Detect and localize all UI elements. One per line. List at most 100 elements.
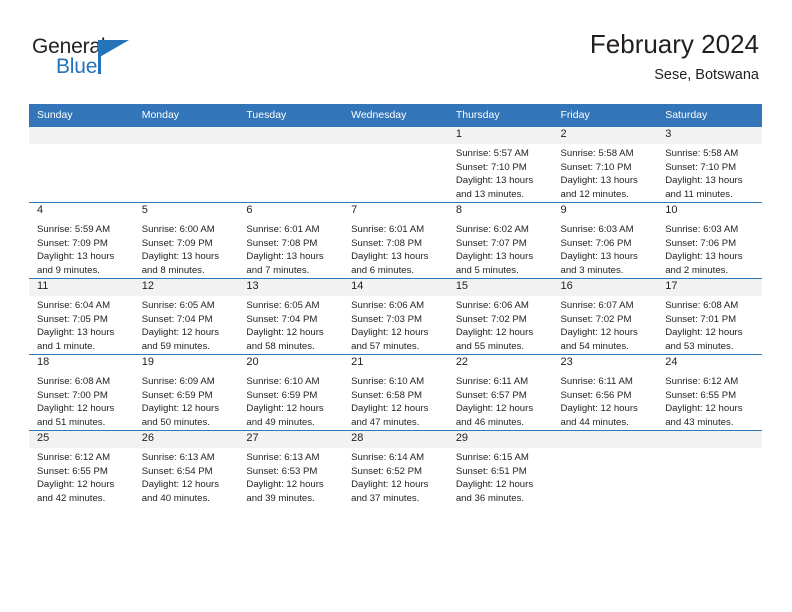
calendar-page: General Blue February 2024 Sese, Botswan…: [0, 0, 792, 612]
page-title: February 2024: [589, 29, 759, 59]
daylight-line-1: Daylight: 12 hours: [665, 403, 743, 415]
day-cell-inner: 12 Sunrise: 6:05 AM Sunset: 7:04 PM Dayligh…: [133, 279, 239, 354]
calendar-day-cell[interactable]: 21 Sunrise: 6:10 AM Sunset: 6:58 PM Dayligh…: [343, 354, 448, 431]
calendar-day-cell[interactable]: 29 Sunrise: 6:15 AM Sunset: 6:51 PM Dayligh…: [447, 430, 553, 506]
day-number: 19: [133, 355, 239, 372]
day-number: 26: [133, 431, 239, 448]
day-details: Sunrise: 6:04 AM Sunset: 7:05 PM Daylight:…: [29, 296, 134, 353]
calendar-day-cell[interactable]: 9 Sunrise: 6:03 AM Sunset: 7:06 PM Daylight…: [552, 202, 658, 279]
calendar-day-cell[interactable]: 1 Sunrise: 5:57 AM Sunset: 7:10 PM Daylight…: [447, 126, 553, 203]
sunset-time: Sunset: 7:06 PM: [665, 237, 737, 249]
day-details: Sunrise: 6:05 AM Sunset: 7:04 PM Daylight:…: [238, 296, 343, 353]
daylight-line-1: Daylight: 13 hours: [560, 175, 638, 187]
calendar-day-cell[interactable]: 27 Sunrise: 6:13 AM Sunset: 6:53 PM Dayligh…: [238, 430, 344, 506]
day-number: 11: [29, 279, 134, 296]
day-cell-inner: 29 Sunrise: 6:15 AM Sunset: 6:51 PM Dayligh…: [447, 431, 553, 506]
general-blue-logo[interactable]: General Blue: [32, 36, 152, 88]
calendar-day-cell[interactable]: 10 Sunrise: 6:03 AM Sunset: 7:06 PM Dayligh…: [657, 202, 762, 279]
sunrise-time: Sunrise: 6:06 AM: [351, 300, 425, 311]
calendar-day-cell[interactable]: 6 Sunrise: 6:01 AM Sunset: 7:08 PM Daylight…: [238, 202, 344, 279]
weekday-header-wednesday: Wednesday: [343, 104, 448, 127]
calendar-day-cell[interactable]: 20 Sunrise: 6:10 AM Sunset: 6:59 PM Dayligh…: [238, 354, 344, 431]
sunset-time: Sunset: 6:59 PM: [141, 389, 213, 401]
daylight-line-1: Daylight: 13 hours: [141, 251, 220, 263]
daylight-line-1: Daylight: 13 hours: [351, 251, 429, 263]
calendar-day-cell[interactable]: 18 Sunrise: 6:08 AM Sunset: 7:00 PM Dayligh…: [29, 354, 134, 431]
daylight-line-1: Daylight: 12 hours: [455, 403, 534, 415]
daylight-line-2: and 59 minutes.: [141, 340, 210, 352]
calendar-day-cell[interactable]: 2 Sunrise: 5:58 AM Sunset: 7:10 PM Daylight…: [552, 126, 658, 203]
daylight-line-1: Daylight: 12 hours: [351, 479, 429, 491]
weekday-header-monday: Monday: [133, 104, 239, 127]
daylight-line-2: and 53 minutes.: [665, 340, 734, 352]
sunrise-time: Sunrise: 6:08 AM: [665, 300, 739, 311]
calendar-day-cell[interactable]: 7 Sunrise: 6:01 AM Sunset: 7:08 PM Daylight…: [343, 202, 448, 279]
daylight-line-2: and 9 minutes.: [37, 264, 100, 276]
sunrise-time: Sunrise: 6:11 AM: [560, 376, 633, 387]
calendar-cell-empty: [657, 430, 762, 506]
daylight-line-2: and 57 minutes.: [351, 340, 420, 352]
sunrise-time: Sunrise: 6:12 AM: [665, 376, 739, 387]
calendar-day-cell[interactable]: 28 Sunrise: 6:14 AM Sunset: 6:52 PM Dayligh…: [343, 430, 448, 506]
daylight-line-1: Daylight: 12 hours: [246, 479, 324, 491]
calendar-day-cell[interactable]: 25 Sunrise: 6:12 AM Sunset: 6:55 PM Dayligh…: [29, 430, 134, 506]
calendar-grid: Sunday Monday Tuesday Wednesday Thursday…: [29, 104, 762, 506]
day-number: 3: [657, 127, 762, 144]
calendar-day-cell[interactable]: 11 Sunrise: 6:04 AM Sunset: 7:05 PM Dayligh…: [29, 278, 134, 355]
calendar-cell-empty: [552, 430, 658, 506]
day-cell-inner: 28 Sunrise: 6:14 AM Sunset: 6:52 PM Dayligh…: [343, 431, 448, 506]
calendar-day-cell[interactable]: 23 Sunrise: 6:11 AM Sunset: 6:56 PM Dayligh…: [552, 354, 658, 431]
sunset-time: Sunset: 7:02 PM: [455, 313, 527, 325]
daylight-line-1: Daylight: 12 hours: [560, 327, 638, 339]
day-details: Sunrise: 6:02 AM Sunset: 7:07 PM Daylight:…: [448, 220, 553, 277]
calendar-day-cell[interactable]: 3 Sunrise: 5:58 AM Sunset: 7:10 PM Daylight…: [657, 126, 762, 203]
calendar-day-cell[interactable]: 24 Sunrise: 6:12 AM Sunset: 6:55 PM Dayligh…: [657, 354, 762, 431]
daylight-line-1: Daylight: 12 hours: [141, 403, 220, 415]
calendar-day-cell[interactable]: 14 Sunrise: 6:06 AM Sunset: 7:03 PM Dayligh…: [343, 278, 448, 355]
day-number: 8: [447, 203, 553, 220]
calendar-day-cell[interactable]: 13 Sunrise: 6:05 AM Sunset: 7:04 PM Dayligh…: [238, 278, 344, 355]
day-number: [29, 127, 134, 144]
sunrise-time: Sunrise: 6:00 AM: [141, 224, 215, 235]
calendar-day-cell[interactable]: 4 Sunrise: 5:59 AM Sunset: 7:09 PM Daylight…: [29, 202, 134, 279]
day-details: Sunrise: 5:58 AM Sunset: 7:10 PM Daylight:…: [657, 144, 762, 201]
day-details: Sunrise: 6:12 AM Sunset: 6:55 PM Daylight:…: [29, 448, 134, 505]
daylight-line-2: and 46 minutes.: [455, 416, 525, 428]
daylight-line-2: and 44 minutes.: [560, 416, 629, 428]
sunrise-time: Sunrise: 6:03 AM: [665, 224, 739, 235]
sunset-time: Sunset: 7:03 PM: [351, 313, 423, 325]
calendar-day-cell[interactable]: 17 Sunrise: 6:08 AM Sunset: 7:01 PM Dayligh…: [657, 278, 762, 355]
day-cell-inner: 14 Sunrise: 6:06 AM Sunset: 7:03 PM Dayligh…: [343, 279, 448, 354]
calendar-day-cell[interactable]: 22 Sunrise: 6:11 AM Sunset: 6:57 PM Dayligh…: [447, 354, 553, 431]
day-number: [238, 127, 344, 144]
day-details: Sunrise: 6:05 AM Sunset: 7:04 PM Daylight:…: [134, 296, 239, 353]
day-number: 23: [552, 355, 658, 372]
sunset-time: Sunset: 6:53 PM: [246, 465, 318, 477]
daylight-line-2: and 58 minutes.: [246, 340, 315, 352]
calendar-week-row: 1 Sunrise: 5:57 AM Sunset: 7:10 PM Daylight…: [29, 126, 762, 203]
sunset-time: Sunset: 7:10 PM: [455, 161, 527, 173]
day-cell-inner: 4 Sunrise: 5:59 AM Sunset: 7:09 PM Daylight…: [29, 203, 134, 278]
sunset-time: Sunset: 6:54 PM: [141, 465, 213, 477]
calendar-day-cell[interactable]: 5 Sunrise: 6:00 AM Sunset: 7:09 PM Daylight…: [133, 202, 239, 279]
day-cell-inner: 26 Sunrise: 6:13 AM Sunset: 6:54 PM Dayligh…: [133, 431, 239, 506]
day-details: Sunrise: 6:09 AM Sunset: 6:59 PM Daylight:…: [134, 372, 239, 429]
day-details: Sunrise: 6:11 AM Sunset: 6:57 PM Daylight:…: [448, 372, 553, 429]
calendar-day-cell[interactable]: 12 Sunrise: 6:05 AM Sunset: 7:04 PM Dayligh…: [133, 278, 239, 355]
calendar-day-cell[interactable]: 16 Sunrise: 6:07 AM Sunset: 7:02 PM Dayligh…: [552, 278, 658, 355]
calendar-week-row: 25 Sunrise: 6:12 AM Sunset: 6:55 PM Dayligh…: [29, 430, 762, 506]
logo-text-general: General: [32, 35, 106, 58]
calendar-day-cell[interactable]: 19 Sunrise: 6:09 AM Sunset: 6:59 PM Dayligh…: [133, 354, 239, 431]
calendar-day-cell[interactable]: 15 Sunrise: 6:06 AM Sunset: 7:02 PM Dayligh…: [447, 278, 553, 355]
calendar-header-row: Sunday Monday Tuesday Wednesday Thursday…: [29, 104, 762, 127]
calendar-day-cell[interactable]: 26 Sunrise: 6:13 AM Sunset: 6:54 PM Dayligh…: [133, 430, 239, 506]
daylight-line-2: and 49 minutes.: [246, 416, 315, 428]
day-details: Sunrise: 6:03 AM Sunset: 7:06 PM Daylight:…: [553, 220, 658, 277]
sunset-time: Sunset: 6:55 PM: [665, 389, 737, 401]
sunset-time: Sunset: 7:10 PM: [560, 161, 632, 173]
calendar-week-row: 4 Sunrise: 5:59 AM Sunset: 7:09 PM Daylight…: [29, 202, 762, 279]
calendar-day-cell[interactable]: 8 Sunrise: 6:02 AM Sunset: 7:07 PM Daylight…: [447, 202, 553, 279]
calendar-cell-empty: [238, 126, 344, 203]
sunset-time: Sunset: 7:02 PM: [560, 313, 632, 325]
day-details: Sunrise: 6:11 AM Sunset: 6:56 PM Daylight:…: [553, 372, 658, 429]
